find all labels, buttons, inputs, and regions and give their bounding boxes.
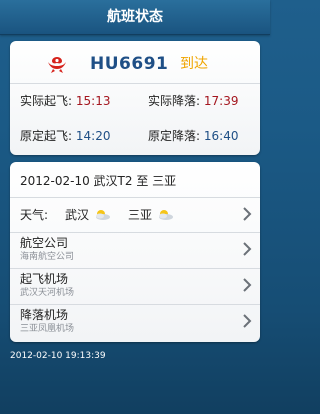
scheduled-times-row: 原定起飞: 14:20 原定降落: 16:40 bbox=[20, 126, 254, 146]
actual-landing: 实际降落: 17:39 bbox=[148, 91, 238, 111]
flight-details-card: 2012-02-10 武汉T2 至 三亚 天气: 武汉 三亚 航空公司 海南航空… bbox=[10, 162, 260, 342]
weather-destination-city: 三亚 bbox=[128, 208, 153, 222]
scheduled-departure-time: 14:20 bbox=[75, 129, 111, 143]
scheduled-landing-label: 原定降落: bbox=[148, 129, 201, 143]
actual-landing-time: 17:39 bbox=[203, 94, 239, 108]
page-title: 航班状态 bbox=[107, 9, 163, 25]
actual-times-row: 实际起飞: 15:13 实际降落: 17:39 bbox=[20, 91, 254, 111]
flight-status-badge: 到达 bbox=[180, 56, 208, 72]
scheduled-departure: 原定起飞: 14:20 bbox=[20, 126, 110, 146]
actual-departure-time: 15:13 bbox=[75, 94, 111, 108]
scheduled-landing: 原定降落: 16:40 bbox=[148, 126, 238, 146]
sunny-cloud-icon bbox=[159, 210, 173, 220]
weather-origin-city: 武汉 bbox=[65, 208, 90, 222]
scheduled-departure-label: 原定起飞: bbox=[20, 129, 73, 143]
departure-airport-label: 起飞机场 bbox=[20, 272, 69, 286]
sunny-cloud-icon bbox=[96, 210, 110, 220]
flight-summary-card: HU6691 到达 实际起飞: 15:13 实际降落: 17:39 原定起飞: … bbox=[10, 41, 260, 155]
departure-airport-row[interactable]: 起飞机场 武汉天河机场 bbox=[10, 269, 260, 303]
hainan-airlines-logo-icon bbox=[48, 57, 66, 73]
airline-value: 海南航空公司 bbox=[20, 252, 75, 262]
airline-row[interactable]: 航空公司 海南航空公司 bbox=[10, 233, 260, 267]
divider bbox=[10, 83, 260, 84]
flight-header: HU6691 到达 bbox=[10, 51, 260, 77]
actual-departure: 实际起飞: 15:13 bbox=[20, 91, 110, 111]
scheduled-landing-time: 16:40 bbox=[203, 129, 239, 143]
weather-label: 天气: bbox=[20, 208, 49, 222]
arrival-airport-label: 降落机场 bbox=[20, 308, 69, 322]
actual-landing-label: 实际降落: bbox=[148, 94, 201, 108]
arrival-airport-row[interactable]: 降落机场 三亚凤凰机场 bbox=[10, 305, 260, 339]
top-bar: 航班状态 bbox=[0, 0, 270, 35]
airline-label: 航空公司 bbox=[20, 236, 69, 250]
departure-airport-value: 武汉天河机场 bbox=[20, 288, 75, 298]
update-timestamp: 2012-02-10 19:13:39 bbox=[10, 351, 106, 361]
route-info: 2012-02-10 武汉T2 至 三亚 bbox=[20, 174, 177, 188]
flight-number: HU6691 bbox=[90, 54, 169, 74]
chevron-right-icon bbox=[243, 314, 252, 328]
actual-departure-label: 实际起飞: bbox=[20, 94, 73, 108]
chevron-right-icon bbox=[243, 242, 252, 256]
weather-row[interactable]: 天气: 武汉 三亚 bbox=[10, 198, 260, 232]
arrival-airport-value: 三亚凤凰机场 bbox=[20, 324, 75, 334]
chevron-right-icon bbox=[243, 278, 252, 292]
chevron-right-icon bbox=[243, 207, 252, 221]
